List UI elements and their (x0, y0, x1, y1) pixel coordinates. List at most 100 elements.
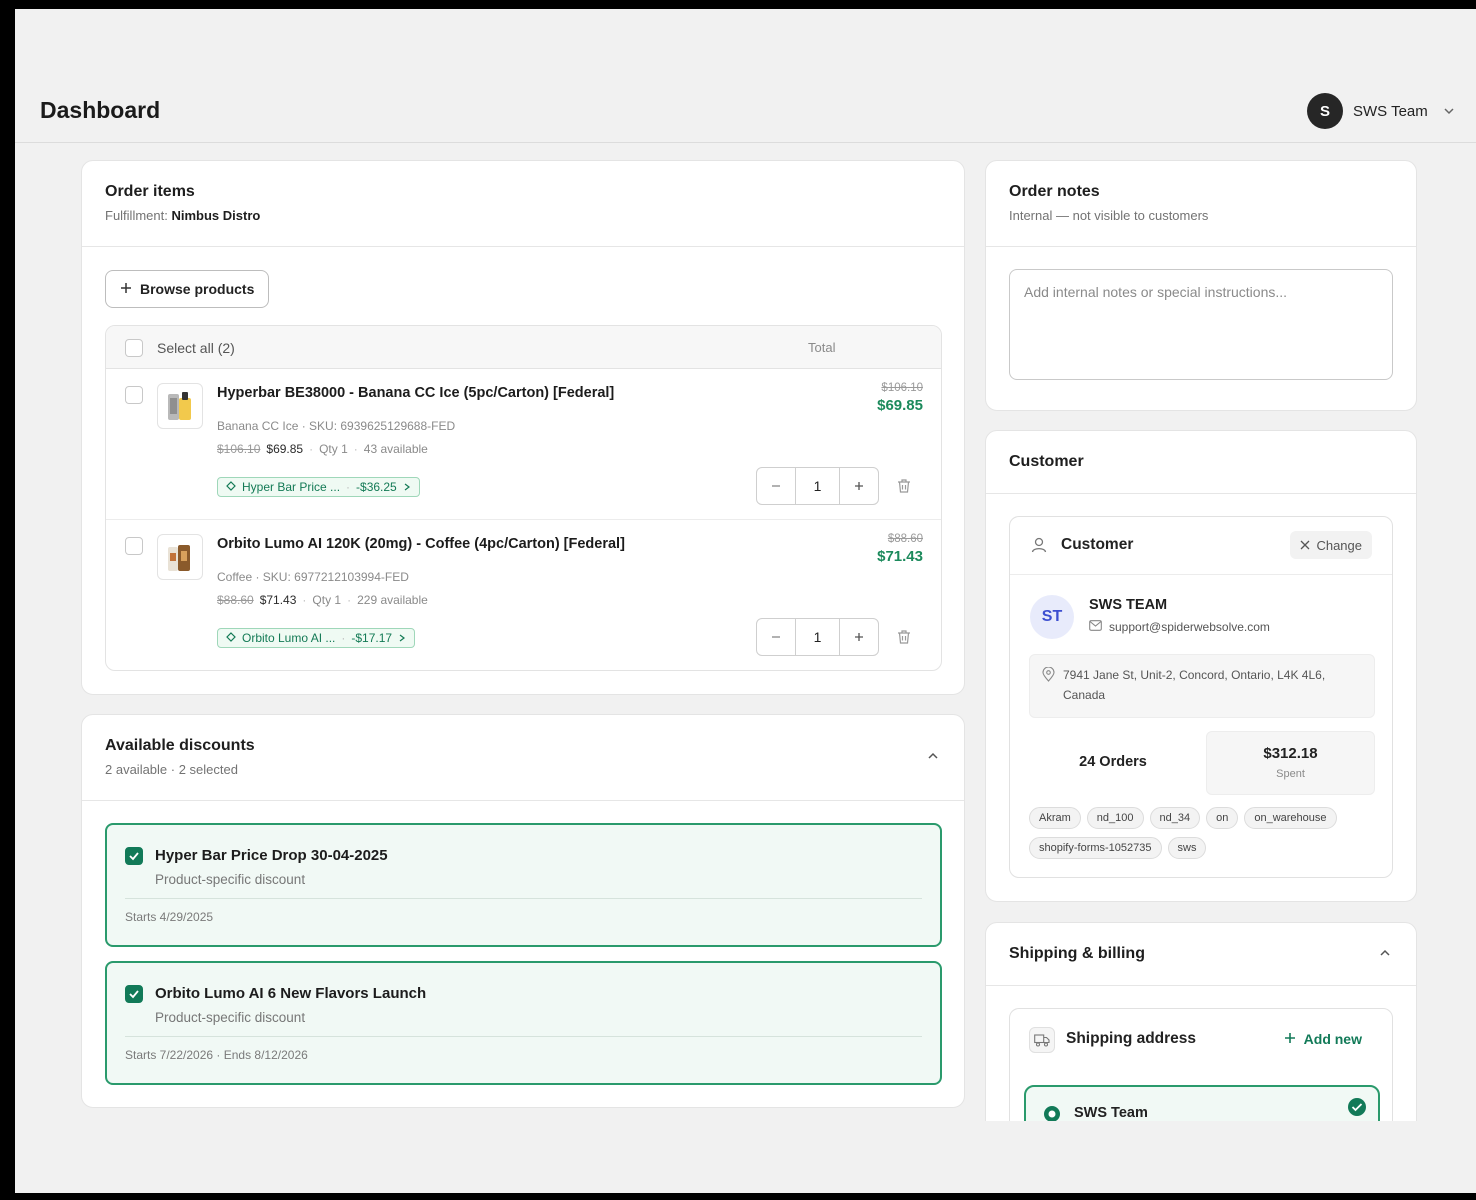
close-icon (1300, 538, 1310, 553)
fulfillment-info: Fulfillment: Nimbus Distro (105, 208, 941, 223)
item-meta: Banana CC Ice · SKU: 6939625129688-FED (217, 419, 456, 433)
order-notes-input[interactable] (1009, 269, 1393, 380)
trash-icon[interactable] (896, 629, 914, 647)
select-all-checkbox[interactable] (125, 339, 143, 357)
item-available: 229 available (357, 593, 428, 607)
available-discounts-card: Available discounts 2 available · 2 sele… (81, 714, 965, 1108)
customer-tag: nd_100 (1086, 807, 1144, 829)
browse-products-button[interactable]: Browse products (105, 270, 270, 308)
spent-label: Spent (1276, 768, 1305, 780)
customer-tag: Akram (1029, 807, 1081, 829)
plus-icon (120, 281, 132, 297)
map-pin-icon (1042, 666, 1055, 687)
customer-tag: shopify-forms-1052735 (1029, 837, 1162, 859)
order-notes-header: Order notes Internal — not visible to cu… (986, 161, 1416, 247)
customer-tags: Akram nd_100 nd_34 on on_warehouse shopi… (1029, 807, 1375, 859)
chevron-right-icon (398, 631, 406, 645)
discount-dates: Starts 4/29/2025 (125, 910, 214, 924)
item-total-old: $88.60 (887, 533, 923, 545)
quantity-stepper: 1 (756, 618, 879, 656)
product-thumbnail (157, 534, 203, 580)
item-old-price: $88.60 (217, 593, 254, 607)
truck-icon (1029, 1027, 1055, 1053)
item-discount-pill[interactable]: Orbito Lumo AI ... · -$17.17 (217, 628, 416, 648)
item-total-old: $106.10 (881, 382, 923, 394)
browse-products-label: Browse products (140, 281, 255, 297)
order-items-header: Order items Fulfillment: Nimbus Distro (82, 161, 964, 247)
spent-value: $312.18 (1263, 745, 1318, 762)
item-total-new: $71.43 (877, 548, 923, 565)
discount-name: Orbito Lumo AI 6 New Flavors Launch (155, 985, 427, 1002)
plus-icon (1284, 1031, 1296, 1047)
app-frame: Dashboard S SWS Team Order items Fulfill… (15, 9, 1476, 1193)
item-available: 43 available (363, 442, 428, 456)
customer-panel: Customer Change ST SWS TEAM support@spid… (1009, 516, 1393, 878)
decrease-quantity-button[interactable] (757, 619, 795, 655)
customer-email-line: support@spiderwebsolve.com (1089, 620, 1270, 634)
orders-stat: 24 Orders (1029, 731, 1197, 795)
discount-option[interactable]: Orbito Lumo AI 6 New Flavors Launch Prod… (105, 961, 942, 1085)
chevron-up-icon[interactable] (927, 749, 939, 767)
item-new-price: $71.43 (259, 593, 297, 607)
order-notes-subtitle: Internal — not visible to customers (1009, 208, 1209, 223)
discounts-header[interactable]: Available discounts 2 available · 2 sele… (82, 715, 964, 801)
user-icon (1030, 536, 1048, 559)
discounts-title: Available discounts (105, 737, 255, 754)
bottom-clip (15, 1121, 1476, 1193)
top-bar: Dashboard S SWS Team (15, 9, 1476, 143)
address-line-2: Canada (1063, 688, 1106, 702)
decrease-quantity-button[interactable] (757, 468, 795, 504)
item-price-line: $88.60 $71.43 · Qty 1 · 229 available (217, 593, 428, 607)
item-checkbox[interactable] (125, 386, 143, 404)
user-menu[interactable]: S SWS Team (1307, 93, 1458, 129)
fulfillment-label: Fulfillment: (105, 208, 168, 223)
customer-panel-title: Customer (1061, 536, 1134, 553)
customer-email[interactable]: support@spiderwebsolve.com (1109, 620, 1270, 634)
order-items-title: Order items (105, 183, 195, 200)
customer-panel-header: Customer Change (1010, 517, 1392, 575)
fulfillment-value: Nimbus Distro (171, 208, 261, 223)
discount-checkbox[interactable] (125, 847, 143, 865)
discount-option[interactable]: Hyper Bar Price Drop 30-04-2025 Product-… (105, 823, 942, 947)
total-column-header: Total (808, 340, 836, 355)
customer-tag: nd_34 (1149, 807, 1201, 829)
quantity-stepper: 1 (756, 467, 879, 505)
discount-pill-amount: -$17.17 (351, 631, 393, 645)
order-items-table: Select all (2) Total Hyperbar BE38000 - … (105, 325, 942, 671)
user-name: SWS Team (1353, 102, 1428, 120)
check-icon (129, 990, 139, 999)
add-new-label: Add new (1303, 1031, 1362, 1047)
chevron-up-icon[interactable] (1379, 946, 1391, 964)
check-icon (129, 852, 139, 861)
shipping-address-name: SWS Team (1074, 1105, 1148, 1121)
change-customer-button[interactable]: Change (1290, 531, 1372, 559)
quantity-value[interactable]: 1 (795, 619, 840, 655)
chevron-down-icon (1440, 102, 1458, 120)
add-new-address-button[interactable]: Add new (1284, 1031, 1362, 1047)
spent-stat: $312.18 Spent (1206, 731, 1375, 795)
address-line-1: 7941 Jane St, Unit-2, Concord, Ontario, … (1063, 668, 1326, 682)
customer-card: Customer Customer Change ST SWS TEAM sup… (985, 430, 1417, 902)
increase-quantity-button[interactable] (840, 468, 878, 504)
select-all-label: Select all (2) (157, 340, 235, 356)
item-qty: Qty 1 (319, 442, 348, 456)
discount-type: Product-specific discount (155, 872, 306, 887)
tag-icon (226, 480, 236, 494)
item-checkbox[interactable] (125, 537, 143, 555)
items-table-header: Select all (2) Total (106, 326, 941, 369)
quantity-value[interactable]: 1 (795, 468, 840, 504)
discount-checkbox[interactable] (125, 985, 143, 1003)
chevron-right-icon (403, 480, 411, 494)
item-new-price: $69.85 (266, 442, 304, 456)
discount-pill-name: Orbito Lumo AI ... (242, 631, 336, 645)
shipping-header[interactable]: Shipping & billing (986, 923, 1416, 986)
discount-dates: Starts 7/22/2026 · Ends 8/12/2026 (125, 1048, 308, 1062)
tag-icon (226, 631, 236, 645)
customer-tag: on (1206, 807, 1239, 829)
customer-section-header: Customer (986, 431, 1416, 494)
trash-icon[interactable] (896, 478, 914, 496)
item-discount-pill[interactable]: Hyper Bar Price ... · -$36.25 (217, 477, 420, 497)
discount-pill-name: Hyper Bar Price ... (242, 480, 341, 494)
increase-quantity-button[interactable] (840, 619, 878, 655)
item-total-new: $69.85 (877, 397, 923, 414)
